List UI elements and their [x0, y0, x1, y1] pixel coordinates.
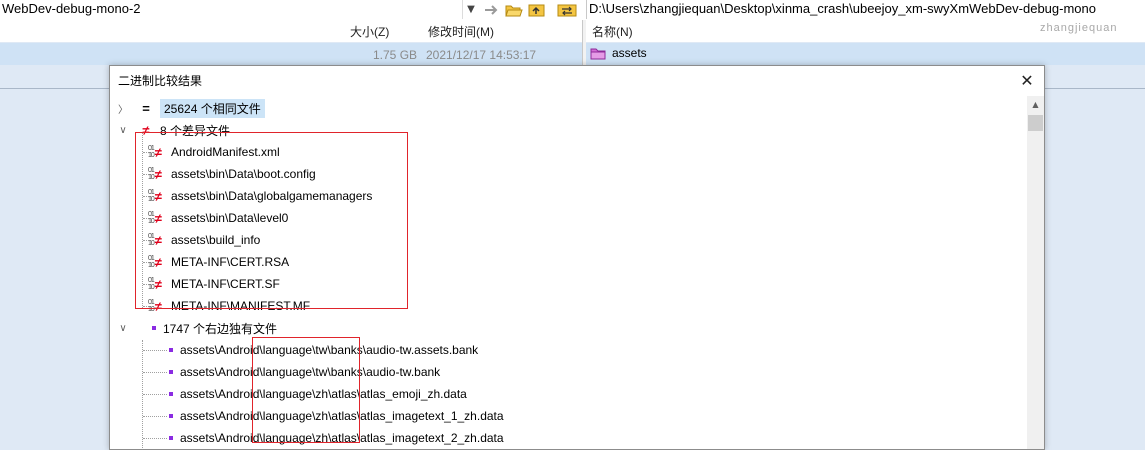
list-item[interactable]: assets: [590, 46, 647, 60]
chevron-down-icon[interactable]: ∨: [118, 317, 128, 339]
equals-icon: =: [142, 100, 150, 116]
compare-not-equal-icon: 01 10 ≠: [148, 298, 162, 314]
watermark: zhangjiequan: [1040, 22, 1118, 34]
compare-results-dialog: 二进制比较结果 ✕ 〉 = 25624 个相同文件 ∨ ≠ 8 个差异文件 01: [109, 65, 1045, 450]
list-item[interactable]: assets\Android\language\zh\atlas\atlas_i…: [169, 427, 504, 449]
open-folder-icon[interactable]: [503, 1, 525, 19]
sync-arrow-icon[interactable]: [480, 1, 502, 19]
table-row[interactable]: 1.75 GB 2021/12/17 14:53:17 assets: [0, 43, 1145, 65]
file-path: AndroidManifest.xml: [170, 145, 280, 159]
file-path: assets\build_info: [170, 233, 261, 247]
scroll-up-icon[interactable]: ▲: [1027, 96, 1044, 113]
file-path: META-INF\MANIFEST.MF: [170, 299, 311, 313]
file-path: assets\bin\Data\globalgamemanagers: [170, 189, 373, 203]
path-toolbar: WebDev-debug-mono-2 ▼ D:\Users\zhangjieq…: [0, 0, 1145, 21]
dialog-title: 二进制比较结果: [118, 73, 203, 88]
list-item[interactable]: 01 10 ≠ META-INF\CERT.SF: [148, 273, 280, 295]
folder-icon: [590, 48, 606, 59]
purple-square-icon: [169, 436, 173, 440]
list-item[interactable]: 01 10 ≠ assets\bin\Data\globalgamemanagers: [148, 185, 372, 207]
parent-folder-icon[interactable]: [526, 1, 548, 19]
compare-not-equal-icon: 01 10 ≠: [148, 144, 162, 160]
purple-square-icon: [169, 392, 173, 396]
modified-cell: 2021/12/17 14:53:17: [426, 48, 537, 62]
file-path: assets\bin\Data\boot.config: [170, 167, 316, 181]
tree-guide: [143, 350, 167, 352]
compare-not-equal-icon: 01 10 ≠: [148, 210, 162, 226]
divider: [0, 88, 110, 89]
tree-group-label: 1747 个右边独有文件: [163, 321, 278, 336]
chevron-down-icon[interactable]: ∨: [118, 119, 128, 141]
file-path: assets\Android\language\zh\atlas\atlas_i…: [180, 409, 504, 423]
divider: [1044, 88, 1145, 89]
tree-group-label: 8 个差异文件: [160, 123, 231, 138]
tree-group-same[interactable]: = 25624 个相同文件: [140, 97, 265, 119]
left-path-combo[interactable]: WebDev-debug-mono-2: [0, 0, 464, 19]
not-equal-icon: ≠: [142, 122, 150, 138]
scrollbar-thumb[interactable]: [1028, 115, 1043, 131]
column-header-size[interactable]: 大小(Z): [350, 23, 389, 40]
purple-square-icon: [152, 326, 156, 330]
close-icon[interactable]: ✕: [1010, 66, 1044, 94]
size-cell: 1.75 GB: [373, 48, 418, 62]
results-tree[interactable]: 〉 = 25624 个相同文件 ∨ ≠ 8 个差异文件 01 10 ≠ Android…: [110, 96, 1020, 449]
list-item[interactable]: 01 10 ≠ META-INF\MANIFEST.MF: [148, 295, 310, 317]
tree-guide: [143, 394, 167, 396]
compare-not-equal-icon: 01 10 ≠: [148, 166, 162, 182]
tree-guide: [142, 132, 144, 308]
list-item[interactable]: assets\Android\language\zh\atlas\atlas_i…: [169, 405, 504, 427]
tree-guide: [143, 438, 167, 440]
file-path: assets\Android\language\tw\banks\audio-t…: [180, 365, 441, 379]
swap-folders-icon[interactable]: [556, 1, 578, 19]
compare-not-equal-icon: 01 10 ≠: [148, 232, 162, 248]
chevron-down-icon[interactable]: ▼: [462, 0, 479, 19]
compare-not-equal-icon: 01 10 ≠: [148, 276, 162, 292]
list-item[interactable]: 01 10 ≠ assets\build_info: [148, 229, 260, 251]
compare-not-equal-icon: 01 10 ≠: [148, 254, 162, 270]
file-path: assets\Android\language\zh\atlas\atlas_e…: [180, 387, 467, 401]
tree-guide: [143, 372, 167, 374]
tree-guide: [143, 416, 167, 418]
tree-group-label: 25624 个相同文件: [160, 98, 265, 118]
list-item[interactable]: assets\Android\language\tw\banks\audio-t…: [169, 361, 440, 383]
list-item[interactable]: assets\Android\language\zh\atlas\atlas_e…: [169, 383, 467, 405]
list-item[interactable]: 01 10 ≠ assets\bin\Data\level0: [148, 207, 288, 229]
right-path-combo[interactable]: D:\Users\zhangjiequan\Desktop\xinma_cras…: [586, 0, 1145, 19]
dialog-titlebar[interactable]: 二进制比较结果 ✕: [110, 66, 1044, 94]
purple-square-icon: [169, 414, 173, 418]
compare-not-equal-icon: 01 10 ≠: [148, 188, 162, 204]
purple-square-icon: [169, 370, 173, 374]
list-item[interactable]: 01 10 ≠ assets\bin\Data\boot.config: [148, 163, 316, 185]
column-header-name[interactable]: 名称(N): [592, 23, 633, 40]
vertical-scrollbar[interactable]: ▲: [1027, 96, 1044, 449]
file-path: META-INF\CERT.SF: [170, 277, 280, 291]
list-item[interactable]: 01 10 ≠ META-INF\CERT.RSA: [148, 251, 289, 273]
folder-name: assets: [612, 46, 647, 60]
file-path: assets\Android\language\tw\banks\audio-t…: [180, 343, 479, 357]
file-path: assets\bin\Data\level0: [170, 211, 289, 225]
tree-group-right-only[interactable]: 1747 个右边独有文件: [152, 317, 277, 339]
column-headers: 大小(Z) 修改时间(M) 名称(N): [0, 20, 1145, 42]
tree-group-different[interactable]: ≠ 8 个差异文件: [140, 119, 230, 141]
chevron-right-icon[interactable]: 〉: [118, 97, 128, 119]
list-item[interactable]: 01 10 ≠ AndroidManifest.xml: [148, 141, 280, 163]
file-path: META-INF\CERT.RSA: [170, 255, 290, 269]
purple-square-icon: [169, 348, 173, 352]
list-item[interactable]: assets\Android\language\tw\banks\audio-t…: [169, 339, 478, 361]
file-path: assets\Android\language\zh\atlas\atlas_i…: [180, 431, 504, 445]
column-header-modified[interactable]: 修改时间(M): [428, 23, 494, 40]
